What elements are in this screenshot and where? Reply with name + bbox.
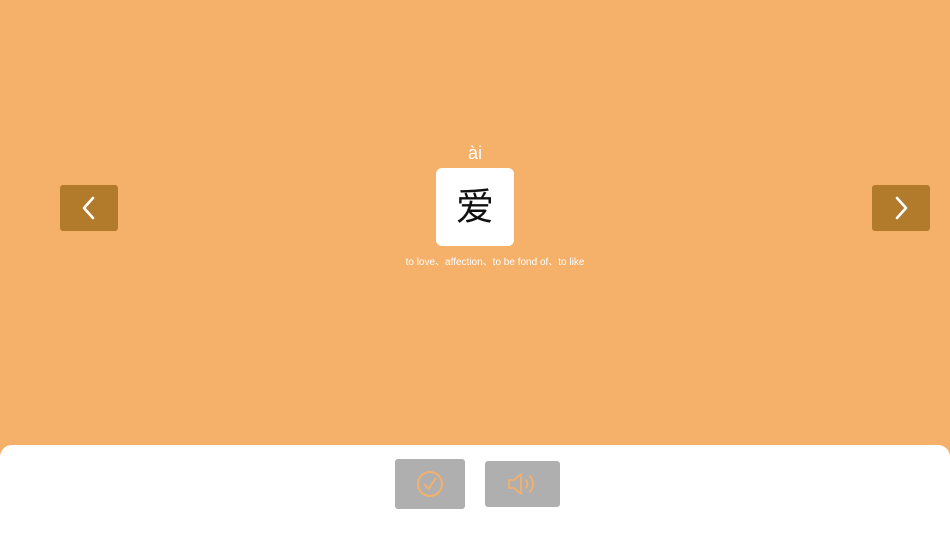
pinyin-label: ài [467,143,482,163]
mark-known-button[interactable] [395,459,465,509]
check-circle-icon [417,471,443,497]
bottom-action-panel [0,445,950,534]
meaning-text: to love、affection、to be fond of、to like [405,257,585,268]
play-sound-button[interactable] [485,461,560,507]
chevron-right-icon [895,196,908,220]
speaker-icon [507,473,534,495]
chevron-left-icon [82,196,95,220]
hanzi-character: 爱 [455,185,494,229]
next-card-button[interactable] [872,185,930,231]
previous-card-button[interactable] [60,185,118,231]
character-card: 爱 [436,168,514,246]
